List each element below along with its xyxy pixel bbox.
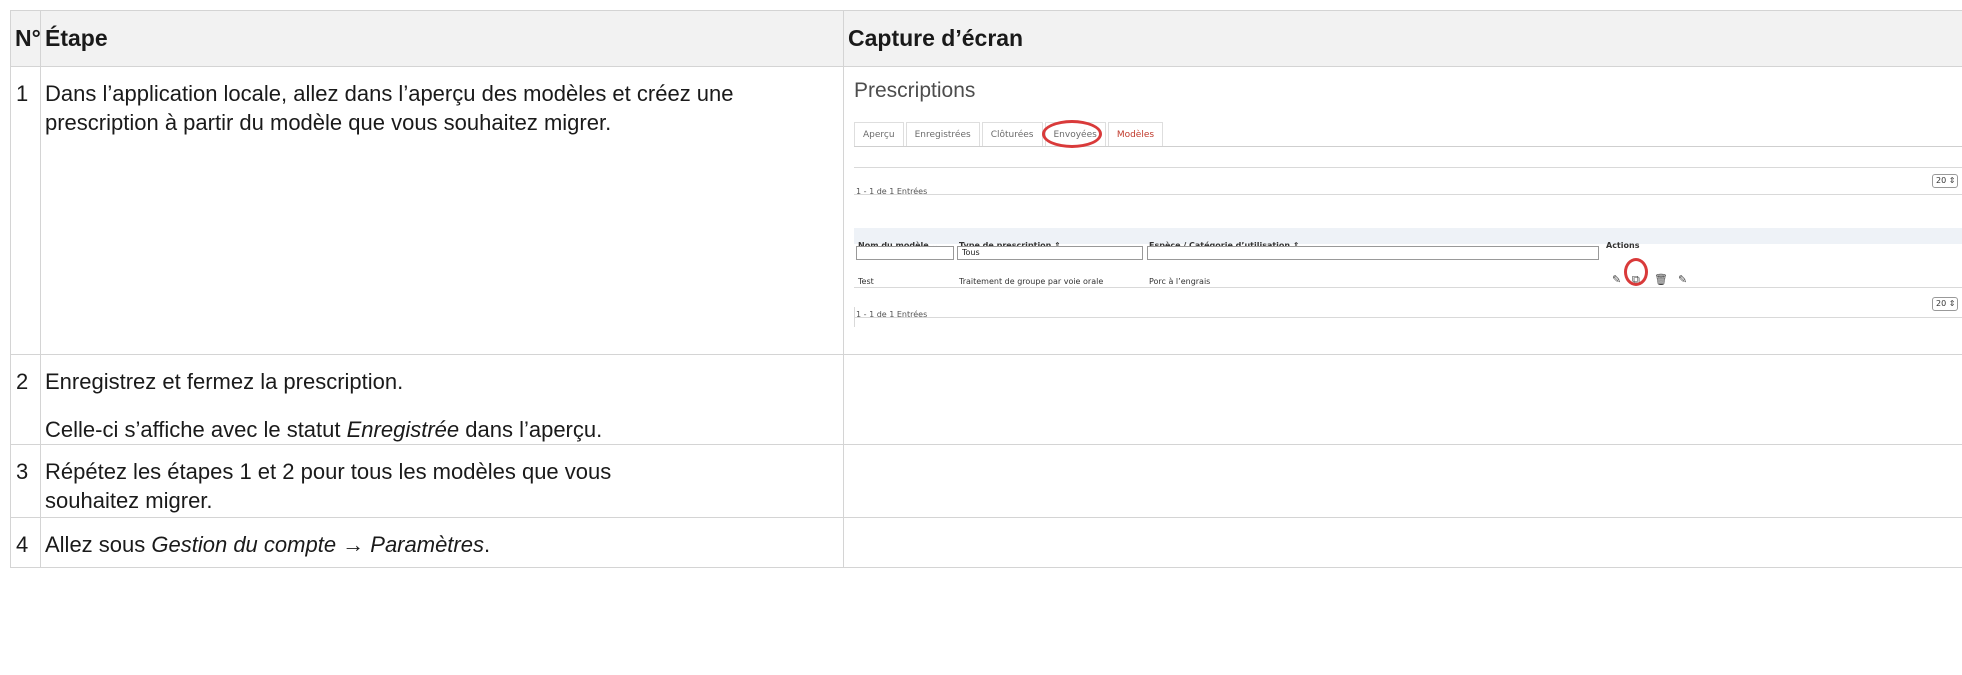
divider	[854, 194, 1962, 195]
tab-apercu[interactable]: Aperçu	[854, 122, 904, 146]
table-row[interactable]: Test Traitement de groupe par voie orale…	[854, 264, 1962, 286]
step-text-cell: Allez sous Gestion du compte → Paramètre…	[40, 517, 844, 568]
table-header-row: N° Étape Capture d’écran	[10, 10, 1962, 67]
embedded-screenshot: Prescriptions Aperçu Enregistrées Clôtur…	[844, 67, 1962, 353]
steps-table: N° Étape Capture d’écran 1 Dans l’applic…	[10, 10, 1962, 568]
screenshot-tabs: Aperçu Enregistrées Clôturées Envoyées M…	[854, 122, 1962, 147]
capture-cell	[843, 517, 1962, 568]
column-header-actions: Actions	[1606, 241, 1640, 250]
table-row: 4 Allez sous Gestion du compte → Paramèt…	[10, 517, 1962, 568]
screenshot-title: Prescriptions	[854, 79, 976, 102]
divider	[854, 167, 1962, 168]
divider	[854, 307, 855, 327]
row-type: Traitement de groupe par voie orale	[959, 277, 1104, 286]
filter-type-select[interactable]: Tous	[957, 246, 1143, 260]
grid-header: Nom du modèle ⌄ Type de prescription ⇕ E…	[854, 228, 1962, 250]
divider	[854, 317, 1962, 318]
tab-cloturees[interactable]: Clôturées	[981, 122, 1043, 146]
entries-count-top: 1 - 1 de 1 Entrées	[856, 187, 928, 196]
step-text-end: .	[483, 532, 491, 557]
edit-alt-icon[interactable]: ✎	[1678, 265, 1687, 294]
edit-icon[interactable]: ✎	[1612, 265, 1621, 294]
page-size-select-top[interactable]: 20 ⇕	[1932, 174, 1958, 188]
page-size-select-bottom[interactable]: 20 ⇕	[1932, 297, 1958, 311]
step-note-start: Celle-ci s’affiche avec le statut	[45, 417, 347, 442]
step-text: Enregistrez et fermez la prescription.	[45, 369, 404, 394]
capture-cell	[843, 354, 1962, 445]
header-capture: Capture d’écran	[843, 10, 1962, 67]
entries-count-bottom: 1 - 1 de 1 Entrées	[856, 310, 928, 319]
filter-species-input[interactable]	[1147, 246, 1599, 260]
delete-icon[interactable]: 🗑	[1654, 265, 1668, 294]
status-term: Enregistrée	[346, 417, 460, 442]
header-step: Étape	[40, 10, 844, 67]
capture-cell	[843, 444, 1962, 518]
step-number: 2	[10, 354, 41, 445]
highlight-circle-action	[1624, 258, 1648, 286]
step-note-end: dans l’aperçu.	[459, 417, 603, 442]
row-species: Porc à l’engrais	[1149, 277, 1211, 286]
header-number: N°	[10, 10, 41, 67]
step-number: 1	[10, 66, 41, 355]
table-row: 1 Dans l’application locale, allez dans …	[10, 66, 1962, 355]
step-text-start: Allez sous	[45, 532, 152, 557]
step-text: Allez sous Gestion du compte → Paramètre…	[45, 530, 839, 559]
step-text-cell: Répétez les étapes 1 et 2 pour tous les …	[40, 444, 844, 518]
divider	[854, 287, 1962, 288]
step-text: Répétez les étapes 1 et 2 pour tous les …	[45, 459, 612, 513]
table-row: 2 Enregistrez et fermez la prescription.…	[10, 354, 1962, 445]
step-number: 4	[10, 517, 41, 568]
highlight-circle-tab	[1042, 120, 1102, 148]
step-text: Dans l’application locale, allez dans l’…	[45, 81, 734, 135]
tab-modeles[interactable]: Modèles	[1107, 122, 1164, 146]
menu-path: Gestion du compte → Paramètres	[151, 532, 484, 557]
filter-name-input[interactable]	[856, 246, 954, 260]
table-row: 3 Répétez les étapes 1 et 2 pour tous le…	[10, 444, 1962, 518]
capture-cell: Prescriptions Aperçu Enregistrées Clôtur…	[843, 66, 1962, 355]
tab-enregistrees[interactable]: Enregistrées	[905, 122, 980, 146]
step-text-cell: Dans l’application locale, allez dans l’…	[40, 66, 844, 355]
row-name: Test	[858, 277, 874, 286]
step-number: 3	[10, 444, 41, 518]
step-text-cell: Enregistrez et fermez la prescription. C…	[40, 354, 844, 445]
step-note: Celle-ci s’affiche avec le statut Enregi…	[45, 415, 839, 444]
